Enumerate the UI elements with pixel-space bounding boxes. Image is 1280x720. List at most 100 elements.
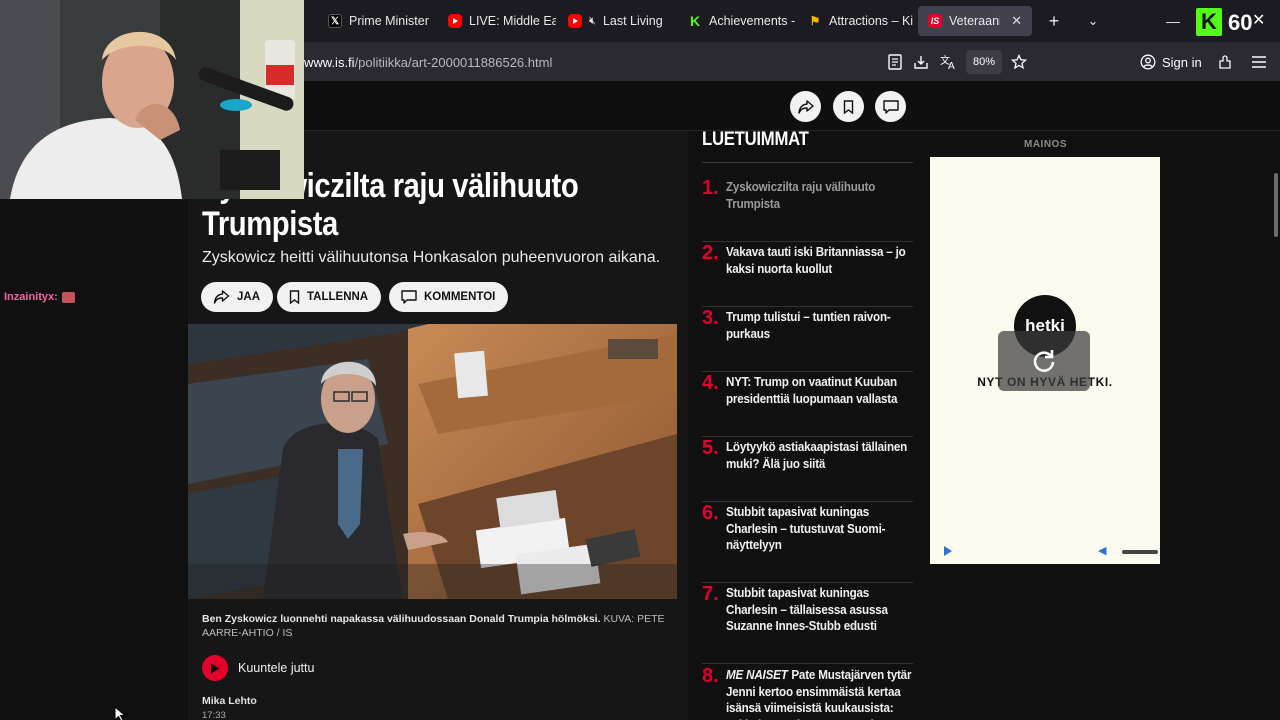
item-title: Trump tulistui – tuntien raivon-purkaus [726,310,891,341]
photo-caption: Ben Zyskowicz luonnehti napakassa välihu… [202,612,672,640]
tab-last-living[interactable]: 🔇︎ Last Living [558,6,676,36]
webcam-overlay [0,0,304,199]
item-title: NYT: Trump on vaatinut Kuuban presidentt… [726,375,898,406]
tab-label: Attractions – Ki [829,14,914,28]
header-comment-button[interactable] [875,91,906,122]
play-icon[interactable] [944,546,952,556]
plus-icon: + [1048,10,1060,31]
viewer-count: 60 [1228,10,1253,35]
comment-icon [882,99,899,114]
article: Zyskowiczilta raju välihuuto Trumpista Z… [188,131,688,720]
save-to-pocket-icon[interactable] [910,51,932,73]
tab-label: LIVE: Middle Ea [469,14,556,28]
chevron-down-icon: ⌄ [1087,13,1099,28]
close-tab-icon[interactable]: ✕ [1011,13,1022,29]
bookmark-icon [843,99,854,114]
article-photo [188,324,677,599]
header-share-button[interactable] [790,91,821,122]
most-read-item[interactable]: 6. Stubbit tapasivat kuningas Charlesin … [702,502,913,583]
tab-achievements[interactable]: K Achievements - [678,6,796,36]
list-tabs-button[interactable]: ⌄ [1080,8,1106,34]
tab-label: Veteraanikan [949,14,1000,28]
divider [702,162,913,163]
save-button[interactable]: TALLENNA [277,282,382,312]
item-title: Vakava tauti iski Britanniassa – jo kaks… [726,245,906,276]
youtube-icon [448,14,462,28]
reader-view-icon[interactable] [884,51,906,73]
author-name[interactable]: Mika Lehto [202,695,257,707]
most-read-item[interactable]: 5. Löytyykö astiakaapistasi tällainen mu… [702,437,913,502]
item-title: Stubbit tapasivat kuningas Charlesin – t… [726,505,886,552]
tab-live-middle-east[interactable]: LIVE: Middle Ea [438,6,556,36]
item-number: 8. [702,665,719,687]
item-number: 5. [702,437,719,459]
share-arrow-icon [213,290,230,304]
emote-icon [61,291,75,303]
header-save-button[interactable] [833,91,864,122]
is-icon: IS [928,14,942,28]
mouse-cursor-icon [114,705,128,720]
item-title: ME NAISET Pate Mustajärven tytär Jenni ke… [726,667,912,720]
comment-icon [401,290,417,304]
share-label: JAA [237,291,261,303]
advertisement[interactable]: hetki NYT ON HYVÄ HETKI. ◀ [930,157,1160,564]
extensions-icon[interactable] [1214,51,1236,73]
chat-username: Inzainityx: [4,291,58,303]
url-path: /politiikka/art-2000011886526.html [354,54,553,70]
item-number: 3. [702,307,719,329]
minimize-icon: — [1166,13,1180,29]
replay-icon[interactable] [998,331,1090,391]
share-arrow-icon [797,99,814,114]
listen-label: Kuuntele juttu [238,661,315,675]
item-tag: ME NAISET [726,668,788,682]
translate-icon[interactable]: 文A [937,51,959,73]
sign-in-label: Sign in [1162,54,1202,70]
speaker-icon[interactable]: ◀ [1098,544,1106,557]
muted-speaker-icon[interactable]: 🔇︎ [589,15,596,28]
tab-attractions[interactable]: ⚑ Attractions – Ki [798,6,916,36]
most-read-sidebar: LUETUIMMAT 1. Zyskowiczilta raju välihuu… [702,129,914,720]
menu-hamburger-icon[interactable] [1248,51,1270,73]
save-label: TALLENNA [307,291,369,303]
minimize-button[interactable]: — [1160,8,1186,34]
bookmark-star-icon[interactable] [1008,51,1030,73]
most-read-item[interactable]: 1. Zyskowiczilta raju välihuuto Trumpist… [702,177,913,242]
window-close-icon[interactable]: ✕ [1252,10,1265,30]
item-number: 4. [702,372,719,394]
svg-text:A: A [948,61,955,70]
sign-in-button[interactable]: Sign in [1140,50,1202,74]
most-read-item[interactable]: 7. Stubbit tapasivat kuningas Charlesin … [702,583,913,664]
volume-slider[interactable] [1122,550,1158,554]
listen-article-button[interactable]: Kuuntele juttu [202,655,314,681]
item-title: Löytyykö astiakaapistasi tällainen muki?… [726,440,908,471]
most-read-item[interactable]: 4. NYT: Trump on vaatinut Kuuban preside… [702,372,913,437]
tab-label: Last Living [602,14,663,28]
kick-icon: K [689,13,701,29]
most-read-item[interactable]: 2. Vakava tauti iski Britanniassa – jo k… [702,242,913,307]
item-number: 6. [702,502,719,524]
ad-label: MAINOS [1024,139,1067,150]
item-title: Zyskowiczilta raju välihuuto Trumpista [726,180,876,211]
zoom-level-badge[interactable]: 80% [966,50,1003,74]
kick-logo-icon: K [1196,8,1222,36]
most-read-item[interactable]: 3. Trump tulistui – tuntien raivon-purka… [702,307,913,372]
headline-line-2: Trumpista [202,205,338,243]
item-number: 7. [702,583,719,605]
article-subheadline: Zyskowicz heitti välihuutonsa Honkasalon… [202,249,661,266]
item-number: 1. [702,177,719,199]
most-read-item[interactable]: 8. ME NAISET Pate Mustajärven tytär Jenni… [702,665,913,720]
scrollbar[interactable] [1274,173,1278,237]
account-icon [1140,54,1156,70]
item-number: 2. [702,242,719,264]
tab-label: Prime Minister [349,14,429,28]
comment-button[interactable]: KOMMENTOI [389,282,509,312]
new-tab-button[interactable]: + [1041,8,1067,34]
tab-prime-minister[interactable]: 𝕏 Prime Minister [318,6,438,36]
tab-veteraanikan[interactable]: IS Veteraanikan ✕ [918,6,1032,36]
flag-icon: ⚑ [809,14,821,28]
item-title: Stubbit tapasivat kuningas Charlesin – t… [726,586,888,633]
x-logo-icon: 𝕏 [328,14,342,28]
share-button[interactable]: JAA [201,282,274,312]
url-domain: www.is.fi [304,54,355,70]
bookmark-icon [289,290,300,304]
